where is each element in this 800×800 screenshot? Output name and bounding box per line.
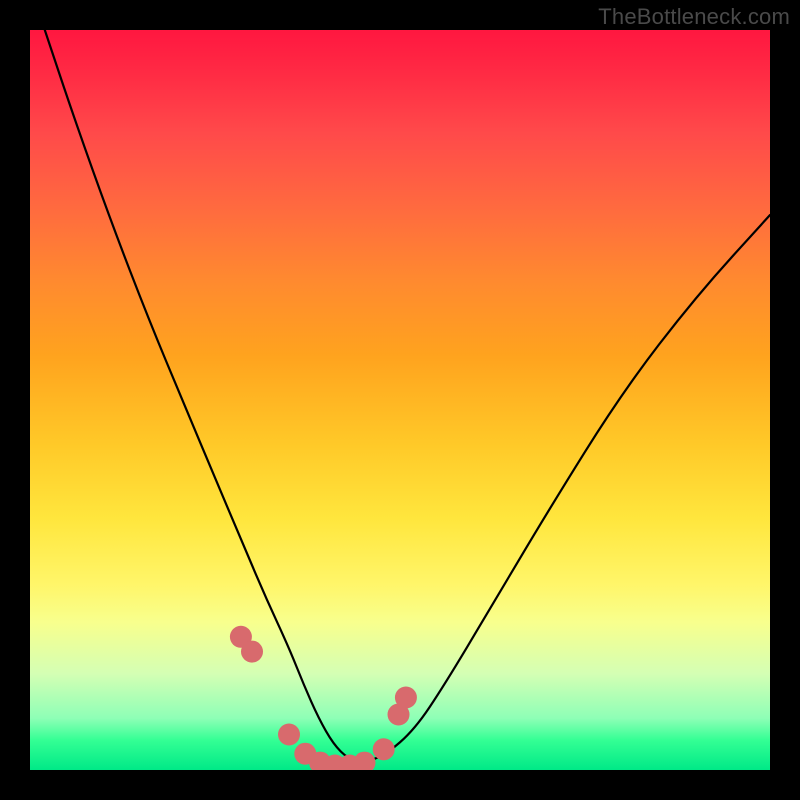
- plot-area: [30, 30, 770, 770]
- marker-group: [230, 626, 417, 770]
- watermark-text: TheBottleneck.com: [598, 4, 790, 30]
- highlight-dot: [395, 686, 417, 708]
- highlight-dot: [373, 738, 395, 760]
- chart-frame: TheBottleneck.com: [0, 0, 800, 800]
- highlight-dot: [353, 752, 375, 770]
- highlight-dot: [241, 641, 263, 663]
- curve-svg: [30, 30, 770, 770]
- bottleneck-curve: [45, 30, 770, 761]
- highlight-dot: [278, 723, 300, 745]
